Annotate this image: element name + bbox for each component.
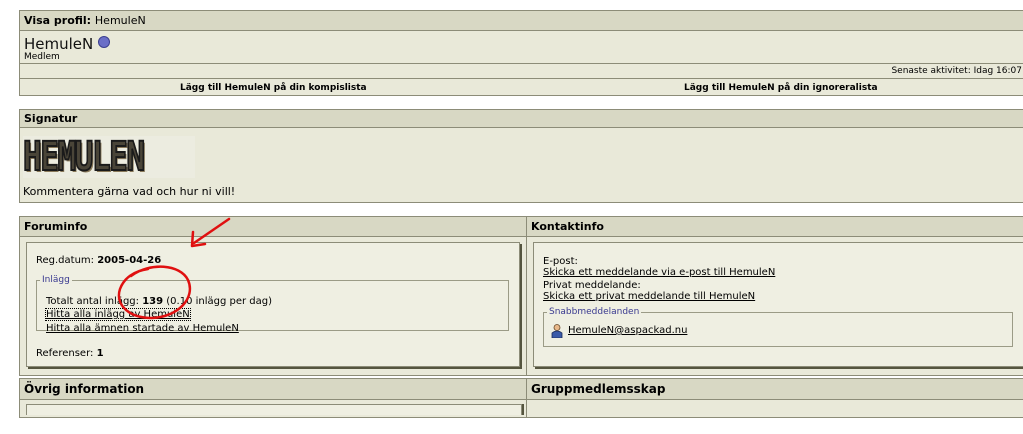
posts-per-day: (0.10 inlägg per dag) xyxy=(166,296,273,307)
profile-header-bar: Visa profil: HemuleN xyxy=(20,11,1023,31)
profile-header-title: Visa profil: HemuleN xyxy=(24,14,146,27)
email-link-wrap: Skicka ett meddelande via e-post till He… xyxy=(543,267,775,278)
find-posts-link[interactable]: Hitta alla inlägg av HemuleN xyxy=(45,308,191,321)
reg-date-row: Reg.datum: 2005-04-26 xyxy=(36,255,161,266)
pm-link-wrap: Skicka ett privat meddelande till Hemule… xyxy=(543,291,755,302)
im-fieldset: Snabbmeddelanden HemuleN@aspackad.nu xyxy=(543,307,1013,347)
email-link[interactable]: Skicka ett meddelande via e-post till He… xyxy=(543,267,775,278)
signature-panel: Signatur HEMULEN Kommentera gärna vad oc… xyxy=(19,109,1023,203)
profile-username: HemuleN xyxy=(24,35,94,53)
contactinfo-header-bar: Kontaktinfo xyxy=(527,217,1023,237)
profile-header-label: Visa profil xyxy=(24,14,87,27)
im-legend: Snabbmeddelanden xyxy=(549,307,640,317)
profile-rank: Medlem xyxy=(24,52,60,62)
references-row: Referenser: 1 xyxy=(36,348,104,359)
total-posts-value: 139 xyxy=(142,296,164,307)
contactinfo-box: E-post: Skicka ett meddelande via e-post… xyxy=(533,242,1023,367)
total-posts-row: Totalt antal inlägg: 139 (0.10 inlägg pe… xyxy=(46,296,272,307)
foruminfo-box: Reg.datum: 2005-04-26 Inlägg Totalt anta… xyxy=(26,242,520,367)
im-account-wrap: HemuleN@aspackad.nu xyxy=(568,325,687,336)
foruminfo-header: Foruminfo xyxy=(24,220,88,233)
add-ignore-link[interactable]: Lägg till HemuleN på din ignoreralista xyxy=(684,83,878,93)
foruminfo-panel: Foruminfo Reg.datum: 2005-04-26 Inlägg T… xyxy=(19,216,527,376)
other-info-box-edge xyxy=(26,404,522,415)
pm-link[interactable]: Skicka ett privat meddelande till Hemule… xyxy=(543,291,755,302)
references-label: Referenser: xyxy=(36,348,94,359)
reg-date-label: Reg.datum: xyxy=(36,255,95,266)
total-posts-label: Totalt antal inlägg: xyxy=(46,296,140,307)
other-info-header: Övrig information xyxy=(24,382,145,396)
email-label: E-post: xyxy=(543,256,578,267)
signature-header: Signatur xyxy=(24,112,78,125)
add-buddy-link[interactable]: Lägg till HemuleN på din kompislista xyxy=(180,83,367,93)
user-icon xyxy=(551,324,563,339)
pm-label: Privat meddelande: xyxy=(543,280,641,291)
groups-header: Gruppmedlemsskap xyxy=(531,382,666,396)
groups-header-bar: Gruppmedlemsskap xyxy=(527,379,1023,400)
find-posts-link-wrap: Hitta alla inlägg av HemuleN xyxy=(45,308,191,321)
posts-legend: Inlägg xyxy=(42,275,70,285)
reg-date-value: 2005-04-26 xyxy=(97,255,162,266)
other-info-panel: Övrig information xyxy=(19,378,527,418)
signature-image: HEMULEN xyxy=(23,136,195,178)
signature-header-bar: Signatur xyxy=(20,110,1023,128)
signature-image-logo: HEMULEN xyxy=(23,136,146,178)
find-threads-link-wrap: Hitta alla ämnen startade av HemuleN xyxy=(46,323,239,334)
foruminfo-header-bar: Foruminfo xyxy=(20,217,526,237)
signature-text: Kommentera gärna vad och hur ni vill! xyxy=(23,185,236,198)
im-account-link[interactable]: HemuleN@aspackad.nu xyxy=(568,325,687,336)
username-row: HemuleN xyxy=(24,35,111,53)
groups-panel: Gruppmedlemsskap xyxy=(526,378,1023,418)
last-activity-row: Senaste aktivitet: Idag 16:07 xyxy=(20,63,1023,79)
contactinfo-header: Kontaktinfo xyxy=(531,220,604,233)
profile-panel: Visa profil: HemuleN HemuleN Medlem Sena… xyxy=(19,10,1023,96)
profile-header-username: HemuleN xyxy=(94,14,146,27)
last-activity: Senaste aktivitet: Idag 16:07 xyxy=(891,66,1022,76)
contactinfo-panel: Kontaktinfo E-post: Skicka ett meddeland… xyxy=(526,216,1023,376)
references-value: 1 xyxy=(96,348,104,359)
posts-fieldset: Inlägg Totalt antal inlägg: 139 (0.10 in… xyxy=(36,275,509,334)
find-threads-link[interactable]: Hitta alla ämnen startade av HemuleN xyxy=(46,323,239,334)
other-info-header-bar: Övrig information xyxy=(20,379,526,400)
online-status-icon xyxy=(98,36,111,48)
